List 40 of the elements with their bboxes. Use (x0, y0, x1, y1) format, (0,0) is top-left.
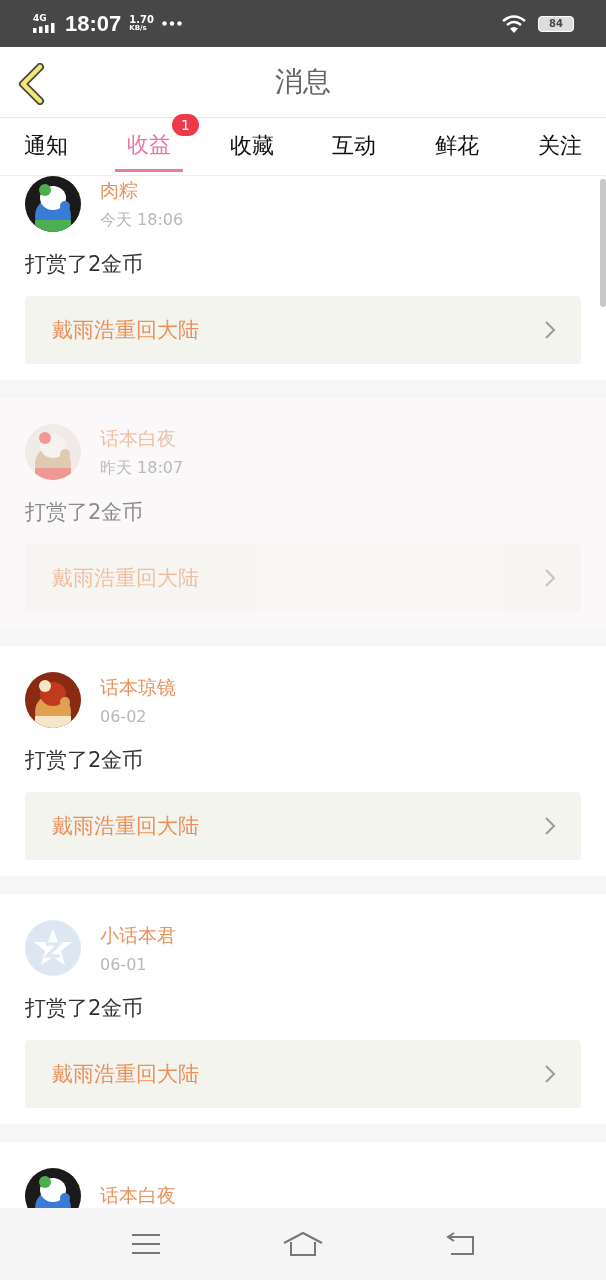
battery-level: 84 (549, 18, 563, 29)
back-arrow-icon[interactable] (445, 1232, 475, 1256)
default-avatar-icon (25, 920, 81, 976)
back-icon[interactable] (16, 63, 46, 105)
clock: 18:07 (65, 10, 122, 37)
chevron-right-icon (544, 568, 556, 588)
count-badge: 1 (171, 114, 199, 136)
user-name[interactable]: 话本白夜 (100, 1183, 176, 1208)
home-icon[interactable] (283, 1231, 323, 1257)
book-link[interactable]: 戴雨浩重回大陆 (25, 1040, 581, 1108)
tab[interactable]: 鲜花 (423, 120, 492, 172)
message-time: 06-01 (100, 954, 148, 974)
book-link[interactable]: 戴雨浩重回大陆 (25, 792, 581, 860)
book-link[interactable]: 戴雨浩重回大陆 (25, 296, 581, 364)
book-link[interactable]: 戴雨浩重回大陆 (25, 544, 581, 612)
message-time: 06-02 (100, 706, 148, 726)
speed-value: 1.70 (129, 15, 154, 25)
network-label: 4G (33, 14, 48, 23)
signal-icon (33, 23, 57, 33)
page-title: 消息 (275, 64, 331, 100)
message-text: 打赏了2金币 (25, 499, 145, 526)
message-text: 打赏了2金币 (25, 747, 145, 774)
user-name[interactable]: 肉粽 (100, 177, 184, 204)
user-name[interactable]: 话本琼镜 (100, 674, 176, 701)
menu-icon[interactable] (131, 1233, 161, 1255)
tab[interactable]: 互动 (320, 120, 389, 172)
more-icon (161, 21, 182, 26)
message-text: 打赏了2金币 (25, 251, 145, 278)
tab[interactable]: 关注 (526, 120, 594, 172)
tab[interactable]: 收藏 (217, 120, 286, 172)
message-time: 今天 18:06 (100, 209, 184, 231)
tab[interactable]: 通知 (12, 120, 80, 172)
message-text: 打赏了2金币 (25, 995, 145, 1022)
chevron-right-icon (544, 816, 556, 836)
user-name[interactable]: 话本白夜 (100, 425, 184, 452)
chevron-right-icon (544, 320, 556, 340)
user-name[interactable]: 小话本君 (100, 922, 176, 949)
message-time: 昨天 18:07 (100, 457, 184, 479)
chevron-right-icon (544, 1064, 556, 1084)
wifi-icon (502, 14, 526, 33)
